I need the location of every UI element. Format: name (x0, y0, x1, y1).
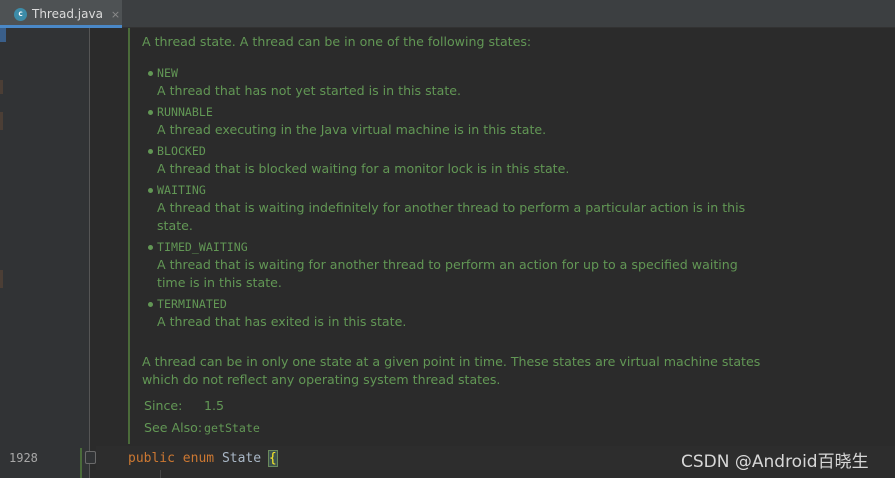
close-icon[interactable]: × (111, 8, 120, 21)
list-bullet (148, 110, 153, 115)
state-name-blocked: BLOCKED (157, 144, 206, 158)
state-desc-timed-waiting-line2: time is in this state. (157, 275, 282, 290)
see-also-label: See Also: (144, 420, 203, 435)
since-value: 1.5 (204, 398, 225, 413)
state-desc-timed-waiting-line1: A thread that is waiting for another thr… (157, 257, 738, 272)
state-name-timed-waiting: TIMED_WAITING (157, 240, 248, 254)
state-name-runnable: RUNNABLE (157, 105, 213, 119)
keyword-public: public (128, 451, 175, 466)
doc-summary-line2: which do not reflect any operating syste… (142, 372, 501, 387)
gutter-mark (0, 112, 3, 130)
java-class-icon: c (14, 7, 27, 21)
state-name-terminated: TERMINATED (157, 297, 227, 311)
state-desc-blocked: A thread that is blocked waiting for a m… (157, 161, 570, 176)
state-desc-waiting-line1: A thread that is waiting indefinitely fo… (157, 200, 746, 215)
doc-summary-line1: A thread can be in only one state at a g… (142, 354, 761, 369)
editor-gutter (0, 28, 90, 478)
list-bullet (148, 188, 153, 193)
identifier-state: State (221, 451, 262, 466)
matched-brace: { (267, 450, 278, 467)
javadoc-rendered-panel: A thread state. A thread can be in one o… (128, 28, 895, 444)
class-icon-letter: c (18, 9, 23, 18)
state-desc-runnable: A thread executing in the Java virtual m… (157, 122, 547, 137)
text-caret (276, 450, 278, 465)
state-name-new: NEW (157, 66, 178, 80)
state-desc-new: A thread that has not yet started is in … (157, 83, 462, 98)
state-desc-terminated: A thread that has exited is in this stat… (157, 314, 407, 329)
line-number: 1928 (9, 451, 38, 465)
gutter-mark (0, 80, 3, 94)
list-bullet (148, 71, 153, 76)
watermark: CSDN @Android百晓生 (681, 452, 869, 472)
code-line-enum-declaration[interactable]: public enum State { (128, 450, 278, 467)
list-bullet (148, 149, 153, 154)
gutter-vcs-marker (80, 448, 82, 478)
since-label: Since: (144, 398, 183, 413)
editor-tab-bar: c Thread.java × (0, 0, 895, 28)
state-desc-waiting-line2: state. (157, 218, 193, 233)
tab-label: Thread.java (32, 7, 103, 21)
list-bullet (148, 245, 153, 250)
doc-intro: A thread state. A thread can be in one o… (142, 34, 532, 49)
list-bullet (148, 302, 153, 307)
fold-icon[interactable] (85, 451, 96, 464)
gutter-change-marks (0, 28, 3, 478)
gutter-highlight (0, 28, 6, 42)
gutter-mark (0, 270, 3, 288)
indent-guide (160, 470, 161, 478)
state-name-waiting: WAITING (157, 183, 206, 197)
tab-thread-java[interactable]: c Thread.java × (0, 0, 122, 28)
see-also-link-getstate[interactable]: getState (204, 419, 260, 437)
keyword-enum: enum (182, 451, 215, 466)
